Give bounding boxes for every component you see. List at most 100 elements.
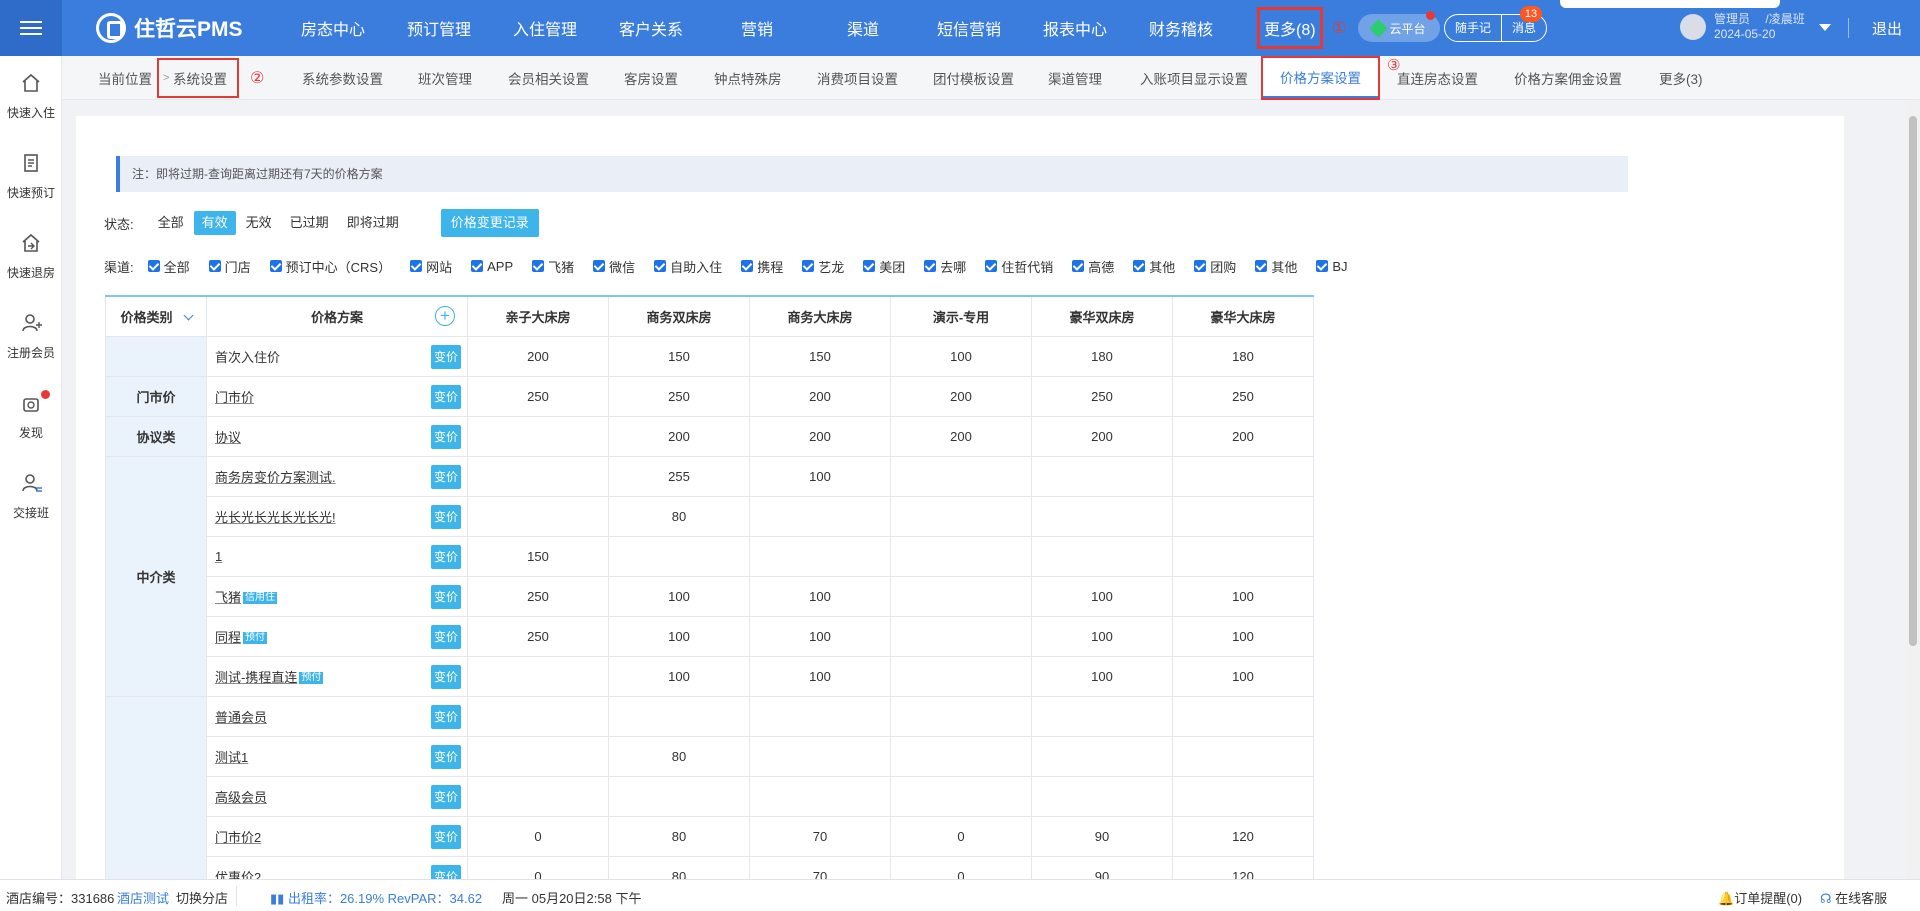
sidebar-item-checkout[interactable]: 快速退房: [0, 216, 62, 296]
change-price-button[interactable]: 变价: [431, 784, 461, 809]
occupancy-stats[interactable]: ▮▮ 出租率：26.19% RevPAR：34.62: [270, 888, 482, 907]
price-plan-link[interactable]: 商务房变价方案测试.: [215, 470, 336, 485]
user-menu[interactable]: 管理员 /凌晨班 2024-05-20: [1680, 12, 1831, 42]
nav-item-4[interactable]: 营销: [704, 0, 810, 56]
tab-price-plan-settings[interactable]: 价格方案设置: [1261, 56, 1380, 100]
sidebar-item-add-member[interactable]: 注册会员: [0, 296, 62, 376]
switch-branch-button[interactable]: 切换分店: [176, 888, 228, 907]
change-price-button[interactable]: 变价: [431, 504, 461, 529]
channel-checkbox-6[interactable]: 微信: [593, 257, 635, 276]
checkbox-checked-icon[interactable]: [924, 260, 937, 272]
channel-checkbox-14[interactable]: 其他: [1133, 257, 1175, 276]
notes-button[interactable]: 随手记: [1445, 15, 1501, 41]
checkbox-checked-icon[interactable]: [410, 260, 423, 272]
sidebar-item-home-checkin[interactable]: 快速入住: [0, 56, 62, 136]
nav-item-7[interactable]: 报表中心: [1022, 0, 1128, 56]
nav-item-3[interactable]: 客户关系: [598, 0, 704, 56]
channel-checkbox-7[interactable]: 自助入住: [654, 257, 722, 276]
channel-checkbox-10[interactable]: 美团: [863, 257, 905, 276]
change-price-button[interactable]: 变价: [431, 464, 461, 489]
checkbox-checked-icon[interactable]: [863, 260, 876, 272]
change-price-button[interactable]: 变价: [431, 704, 461, 729]
tab-after-0[interactable]: 直连房态设置: [1397, 56, 1478, 100]
status-option-3[interactable]: 已过期: [282, 211, 337, 235]
change-price-button[interactable]: 变价: [431, 584, 461, 609]
channel-checkbox-2[interactable]: 预订中心（CRS）: [269, 257, 391, 276]
tab-4[interactable]: 钟点特殊房: [714, 56, 782, 100]
nav-item-8[interactable]: 财务稽核: [1128, 0, 1234, 56]
price-plan-link[interactable]: 协议: [215, 430, 241, 445]
sidebar-item-booking-list[interactable]: 快速预订: [0, 136, 62, 216]
checkbox-checked-icon[interactable]: [654, 260, 667, 272]
price-plan-link[interactable]: 测试1: [215, 750, 248, 765]
price-plan-link[interactable]: 飞猪: [215, 590, 241, 605]
price-plan-link[interactable]: 高级会员: [215, 790, 267, 805]
change-price-button[interactable]: 变价: [431, 384, 461, 409]
checkbox-checked-icon[interactable]: [741, 260, 754, 272]
nav-item-5[interactable]: 渠道: [810, 0, 916, 56]
tab-1[interactable]: 班次管理: [418, 56, 472, 100]
tab-7[interactable]: 渠道管理: [1048, 56, 1102, 100]
channel-checkbox-8[interactable]: 携程: [741, 257, 783, 276]
change-price-button[interactable]: 变价: [431, 664, 461, 689]
order-alert-button[interactable]: 🔔订单提醒(0): [1718, 888, 1802, 907]
channel-checkbox-11[interactable]: 去哪: [924, 257, 966, 276]
app-logo[interactable]: 住哲云PMS: [96, 12, 243, 44]
change-price-button[interactable]: 变价: [431, 344, 461, 369]
checkbox-checked-icon[interactable]: [1072, 260, 1085, 272]
nav-item-2[interactable]: 入住管理: [492, 0, 598, 56]
price-plan-link[interactable]: 普通会员: [215, 710, 267, 725]
checkbox-checked-icon[interactable]: [1255, 260, 1268, 272]
checkbox-checked-icon[interactable]: [1316, 260, 1329, 272]
checkbox-checked-icon[interactable]: [1133, 260, 1146, 272]
channel-checkbox-9[interactable]: 艺龙: [802, 257, 844, 276]
tab-8[interactable]: 入账项目显示设置: [1140, 56, 1248, 100]
price-plan-link[interactable]: 门市价: [215, 390, 254, 405]
channel-checkbox-3[interactable]: 网站: [410, 257, 452, 276]
checkbox-checked-icon[interactable]: [471, 260, 484, 272]
price-plan-link[interactable]: 1: [215, 549, 222, 564]
status-option-1[interactable]: 有效: [193, 211, 236, 235]
change-price-button[interactable]: 变价: [431, 744, 461, 769]
price-plan-link[interactable]: 门市价2: [215, 830, 261, 845]
price-history-button[interactable]: 价格变更记录: [440, 209, 539, 237]
channel-checkbox-15[interactable]: 团购: [1194, 257, 1236, 276]
sidebar-item-shift-handover[interactable]: 交接班: [0, 456, 62, 536]
change-price-button[interactable]: 变价: [431, 544, 461, 569]
menu-toggle-button[interactable]: [0, 0, 62, 56]
add-plan-icon[interactable]: +: [435, 306, 455, 326]
change-price-button[interactable]: 变价: [431, 624, 461, 649]
channel-checkbox-0[interactable]: 全部: [147, 257, 190, 276]
tab-after-2[interactable]: 更多(3): [1659, 56, 1703, 100]
status-option-4[interactable]: 即将过期: [339, 211, 407, 235]
checkbox-checked-icon[interactable]: [147, 260, 160, 272]
channel-checkbox-12[interactable]: 住哲代销: [985, 257, 1053, 276]
hotel-name-link[interactable]: 酒店测试: [117, 888, 169, 907]
tab-5[interactable]: 消费项目设置: [817, 56, 898, 100]
checkbox-checked-icon[interactable]: [532, 260, 545, 272]
checkbox-checked-icon[interactable]: [208, 260, 221, 272]
status-option-0[interactable]: 全部: [150, 211, 192, 235]
price-plan-link[interactable]: 同程: [215, 630, 241, 645]
checkbox-checked-icon[interactable]: [802, 260, 815, 272]
page-scrollbar[interactable]: [1906, 100, 1920, 879]
channel-checkbox-4[interactable]: APP: [471, 259, 513, 274]
price-plan-link[interactable]: 测试-携程直连: [215, 670, 297, 685]
channel-checkbox-1[interactable]: 门店: [208, 257, 251, 276]
checkbox-checked-icon[interactable]: [269, 260, 282, 272]
scroll-thumb[interactable]: [1909, 116, 1917, 646]
nav-item-6[interactable]: 短信营销: [916, 0, 1022, 56]
change-price-button[interactable]: 变价: [431, 864, 461, 879]
channel-checkbox-17[interactable]: BJ: [1316, 259, 1348, 274]
tab-2[interactable]: 会员相关设置: [508, 56, 589, 100]
nav-item-0[interactable]: 房态中心: [280, 0, 386, 56]
channel-checkbox-16[interactable]: 其他: [1255, 257, 1297, 276]
breadcrumb-system-settings[interactable]: 系统设置: [157, 58, 239, 98]
change-price-button[interactable]: 变价: [431, 424, 461, 449]
logout-button[interactable]: 退出: [1872, 18, 1902, 39]
online-support-button[interactable]: ☊ 在线客服: [1820, 888, 1887, 907]
checkbox-checked-icon[interactable]: [985, 260, 998, 272]
col-price-category[interactable]: 价格类别: [105, 295, 207, 337]
tab-6[interactable]: 团付模板设置: [933, 56, 1014, 100]
price-plan-link[interactable]: 光长光长光长光长光!: [215, 510, 336, 525]
